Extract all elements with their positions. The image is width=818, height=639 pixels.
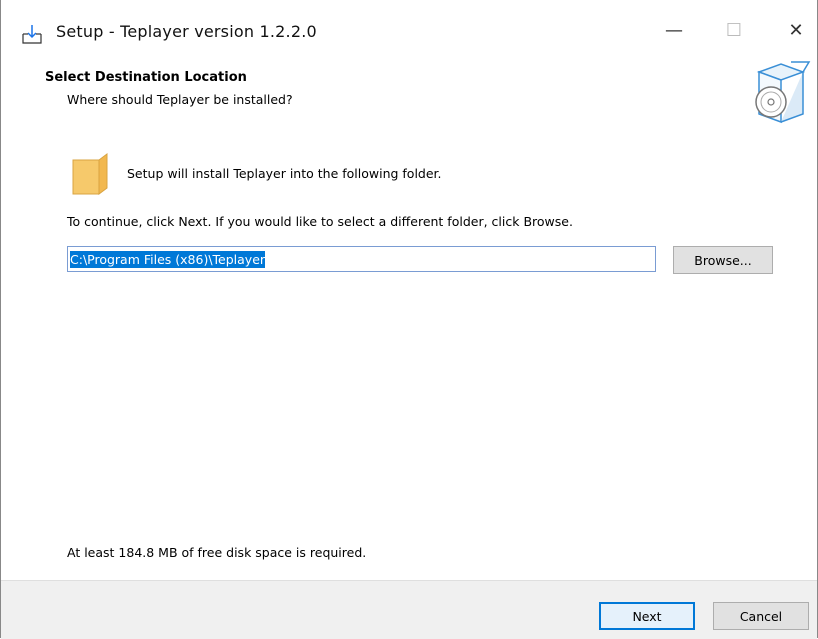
destination-path-input[interactable]: C:\Program Files (x86)\Teplayer: [67, 246, 656, 272]
cancel-button[interactable]: Cancel: [713, 602, 809, 630]
wizard-header: Select Destination Location Where should…: [1, 58, 817, 130]
title-bar: Setup - Teplayer version 1.2.2.0 — ☐ ✕: [1, 0, 817, 58]
folder-icon: [71, 152, 109, 196]
path-value-selected: C:\Program Files (x86)\Teplayer: [70, 250, 266, 268]
maximize-button[interactable]: ☐: [711, 12, 757, 48]
page-title: Select Destination Location: [45, 70, 247, 85]
disk-space-text: At least 184.8 MB of free disk space is …: [67, 545, 367, 560]
minimize-button[interactable]: —: [651, 12, 697, 48]
install-intro-text: Setup will install Teplayer into the fol…: [127, 166, 442, 181]
maximize-icon: ☐: [725, 19, 743, 41]
next-button[interactable]: Next: [599, 602, 695, 630]
instruction-text: To continue, click Next. If you would li…: [67, 214, 573, 229]
close-button[interactable]: ✕: [773, 12, 818, 48]
window-title: Setup - Teplayer version 1.2.2.0: [56, 22, 317, 41]
setup-window: Setup - Teplayer version 1.2.2.0 — ☐ ✕ S…: [0, 0, 818, 639]
browse-button[interactable]: Browse...: [673, 246, 773, 274]
minimize-icon: —: [665, 19, 683, 41]
install-download-icon: [21, 22, 45, 46]
page-subtitle: Where should Teplayer be installed?: [67, 92, 293, 107]
software-box-disc-icon: [751, 58, 811, 126]
close-icon: ✕: [788, 19, 804, 41]
